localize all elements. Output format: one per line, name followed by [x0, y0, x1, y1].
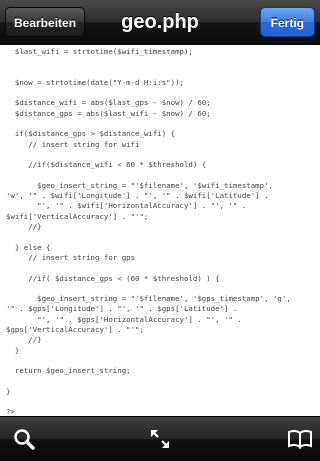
- code-line: ?>: [6, 407, 15, 415]
- code-line: $distance_gps = abs($last_wifi - $now) /…: [6, 108, 211, 118]
- bottom-toolbar: [0, 416, 320, 461]
- code-line: $wifi['VerticalAccuracy'] . "'";: [6, 211, 149, 221]
- code-line: //}: [6, 222, 42, 232]
- code-line: '" . $gps['Longitude'] . "', '" . $gps['…: [6, 304, 238, 314]
- code-line: //if( $distance_gps < (60 * $threshold) …: [6, 273, 220, 283]
- code-line: //if($distance_wifi < 60 * $threshold) {: [6, 160, 207, 170]
- code-line: // insert string for gps: [6, 252, 136, 262]
- navigation-bar: Bearbeiten geo.php Fertig: [0, 0, 320, 45]
- code-line: $now = strtotime(date("Y-m-d H:i:s"));: [6, 77, 184, 87]
- code-line: $distance_wifi = abs($last_gps - $now) /…: [6, 98, 211, 108]
- code-line: "', '" . $wifi['HorizontalAccuracy'] . "…: [6, 201, 247, 211]
- page-title: geo.php: [121, 11, 199, 33]
- code-line: $geo_insert_string = "'$filename', '$wif…: [6, 180, 273, 190]
- code-line: $last_wifi = strtotime($wifi_timestamp);: [6, 47, 193, 56]
- search-icon[interactable]: [12, 427, 38, 451]
- code-line: "', '" . $gps['HorizontalAccuracy'] . "'…: [6, 314, 242, 324]
- code-line: } else {: [6, 242, 51, 252]
- code-line: 'w', '" . $wifi['Longitude'] . "', '" . …: [6, 191, 269, 201]
- code-line: }: [6, 386, 11, 396]
- done-button[interactable]: Fertig: [259, 7, 315, 37]
- code-line: $gps['VerticalAccuracy'] . "'";: [6, 325, 144, 335]
- code-line: if($distance_gps > $distance_wifi) {: [6, 129, 176, 139]
- code-line: //}: [6, 335, 42, 345]
- code-line: return $geo_insert_string;: [6, 366, 131, 376]
- code-text: $last_wifi = strtotime($wifi_timestamp);…: [0, 45, 320, 415]
- book-icon[interactable]: [287, 427, 313, 451]
- code-line: // insert string for wifi: [6, 139, 140, 149]
- expand-icon[interactable]: [147, 427, 173, 451]
- code-line: }: [6, 345, 20, 355]
- code-view[interactable]: $last_wifi = strtotime($wifi_timestamp);…: [0, 45, 320, 415]
- code-line: $geo_insert_string = "'$filename', '$gps…: [6, 294, 291, 304]
